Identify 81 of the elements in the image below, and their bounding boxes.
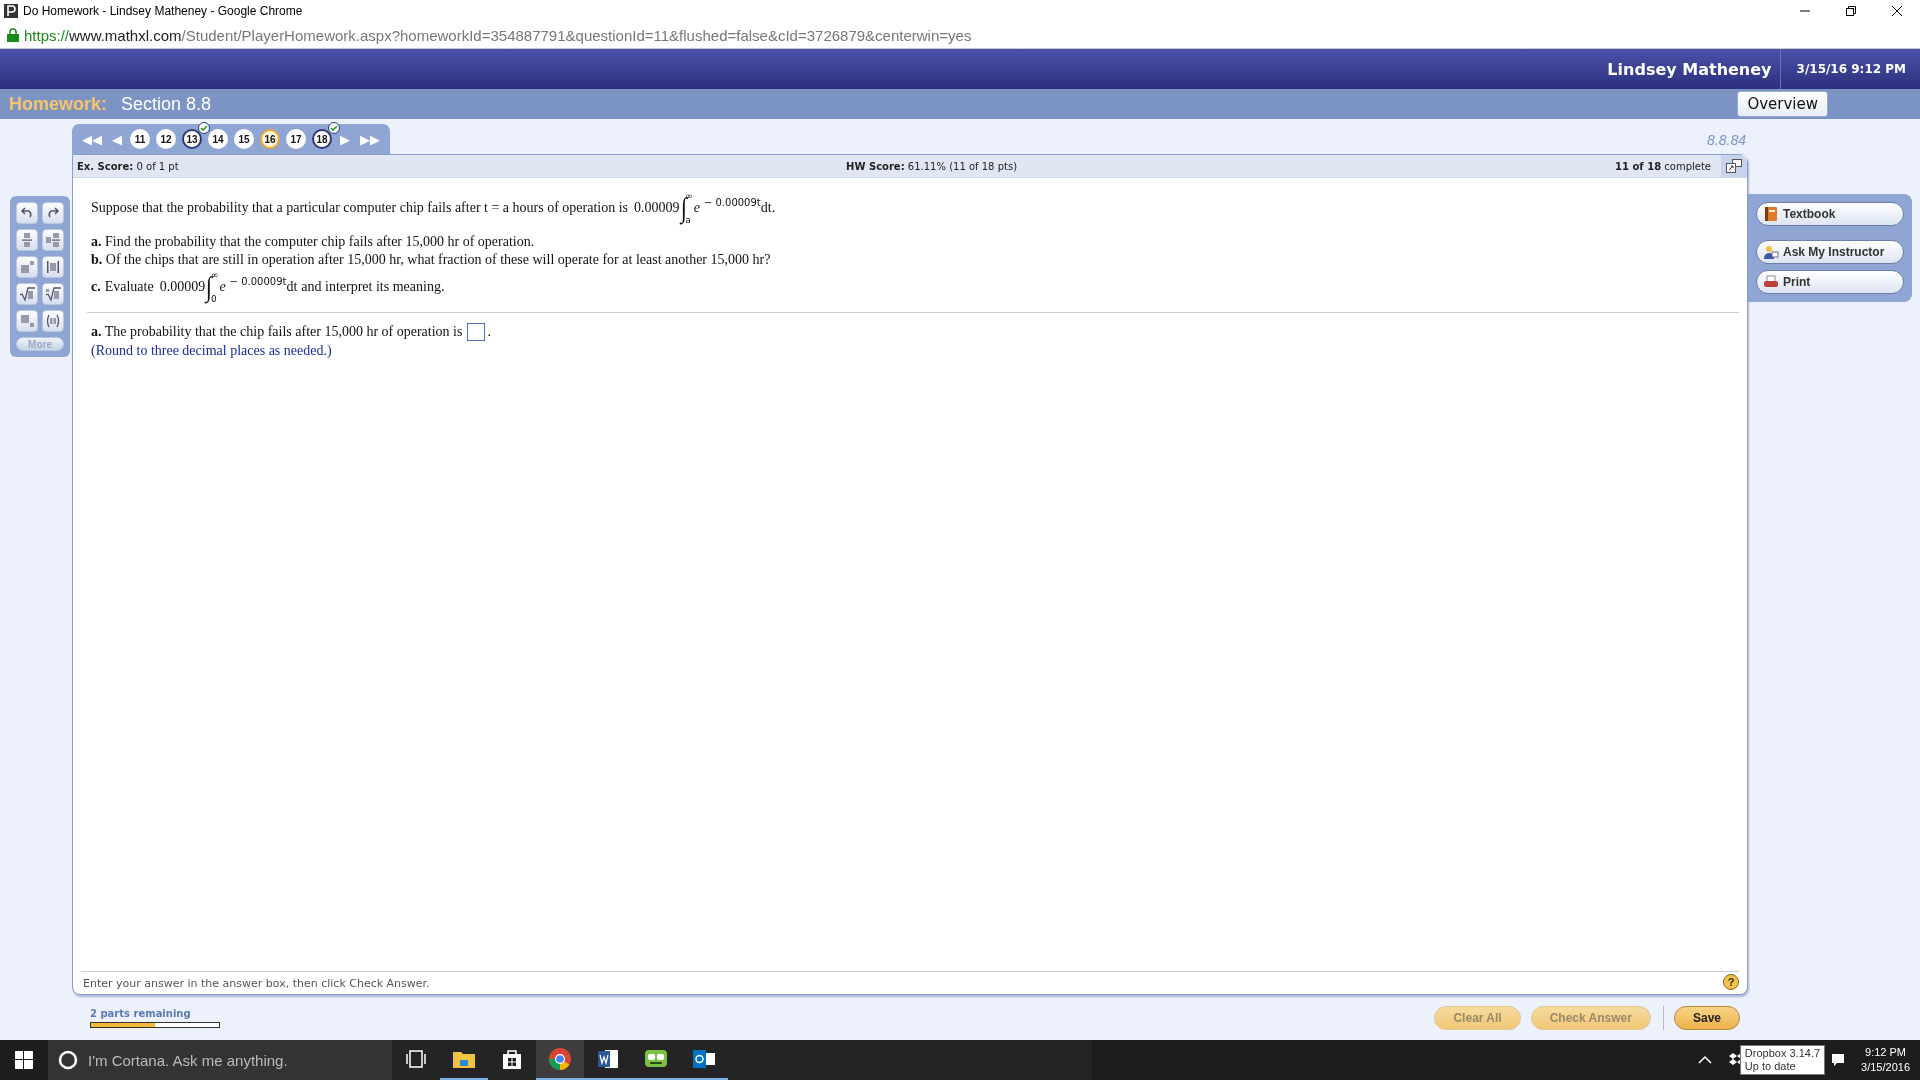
part-suffix: and interpret its meaning. [301,279,445,295]
question-id: 8.8.84 [1707,132,1746,148]
url-text[interactable]: https://www.mathxl.com/Student/PlayerHomework.aspx?homeworkId=354887791&questionId=11&flushed=false&cId=3726879&centerwin=yes [24,26,972,44]
question-number[interactable]: 14 [208,129,228,149]
ordered-pair-icon [45,313,61,329]
part-label: c. [91,279,101,295]
square-root-button[interactable] [16,283,38,305]
homework-label: Homework: [9,93,107,115]
undo-button[interactable] [16,202,38,224]
app-logo-icon [4,4,18,18]
windows-logo-icon [15,1051,33,1069]
notification-icon[interactable] [1831,1053,1846,1067]
fraction-button[interactable] [16,229,38,251]
problem-part: b. Of the chips that are still in operation after 15,000 hr, what fraction of these will operate for at least another 15,000 hr? [91,252,771,268]
coefficient: 0.00009 [159,279,206,294]
side-button[interactable]: Print [1756,270,1904,294]
parts-remaining: 2 parts remaining [90,1007,192,1019]
browser-icon[interactable] [547,1046,573,1072]
part-prefix: Evaluate [104,279,154,295]
answer-box[interactable] [467,323,486,341]
window-title: Do Homework - Lindsey Matheney - Google Chrome [23,4,304,18]
help-button[interactable]: ? [1723,974,1739,990]
question-number[interactable]: 17 [286,129,306,149]
problem-text: Suppose that the probability that a particular computer chip fails after t = a hours of operation is [91,200,629,216]
side-button[interactable]: Ask My Instructor [1756,240,1904,264]
coefficient: 0.00009 [634,200,680,215]
square-root-icon [19,286,35,302]
expand-button[interactable] [1721,155,1747,177]
search-field[interactable]: I'm Cortana. Ask me anything. [48,1040,392,1080]
instruction-text: Enter your answer in the answer box, then click Check Answer. [83,976,430,990]
ordered-pair-button[interactable] [42,310,64,332]
answer-prompt: a. The probability that the chip fails after 15,000 hr of operation is [91,324,463,340]
lower-limit: 0 [210,294,218,304]
integrand-base: e [693,200,700,216]
differential: dt [286,279,298,295]
person-envelope-icon [1763,244,1779,260]
section-title: Section 8.8 [121,93,213,115]
close-icon [1892,6,1902,16]
overview-button[interactable]: Overview [1737,91,1828,117]
nth-root-icon [45,286,61,302]
side-button[interactable]: Textbook [1756,202,1904,226]
expand-window-icon [1726,159,1742,173]
homework-score: HW Score: 61.11% (11 of 18 pts) [846,160,1019,172]
action-button[interactable]: Save [1673,1005,1740,1030]
subscript-icon [19,313,35,329]
question-number[interactable]: 11 [130,129,150,149]
completion-status: 11 of 18 complete [1615,160,1711,172]
circle-icon [58,1050,78,1070]
clock[interactable]: 9:12 PM 3/15/2016 [1851,1044,1920,1076]
exponent-icon [19,259,35,275]
rounding-hint: (Round to three decimal places as needed.) [91,343,333,359]
exponent: − 0.00009t [229,275,287,287]
lower-limit: a [685,215,692,225]
restore-icon [1846,6,1856,16]
redo-button[interactable] [42,202,64,224]
nth-root-button[interactable] [42,283,64,305]
taskbar-app[interactable] [536,1040,584,1080]
check-icon [198,122,210,134]
differential: dt. [760,200,776,216]
check-icon [328,122,340,134]
book-icon [1763,206,1779,222]
absolute-value-button[interactable] [42,256,64,278]
exponent: − 0.00009t [703,196,761,208]
mixed-number-icon [45,232,61,248]
caret-icon[interactable] [1697,1055,1712,1065]
question-number[interactable]: 12 [156,129,176,149]
printer-icon [1763,274,1779,290]
integrand-base: e [219,279,226,295]
date-time: 3/15/16 9:12 PM [1795,62,1907,76]
fraction-icon [19,232,35,248]
period: . [487,324,491,340]
question-number[interactable]: 16 [260,129,280,149]
exercise-score: Ex. Score: 0 of 1 pt [77,160,180,172]
tooltip: Dropbox 3.14.7 Up to date [1739,1044,1826,1076]
lock-icon [7,28,19,42]
question-number[interactable]: 18 [312,129,332,149]
question-number[interactable]: 13 [182,129,202,149]
mixed-number-button[interactable] [42,229,64,251]
question-number[interactable]: 15 [234,129,254,149]
problem-part: a. Find the probability that the computer chip fails after 15,000 hr of operation. [91,234,535,250]
absolute-value-icon [45,259,61,275]
